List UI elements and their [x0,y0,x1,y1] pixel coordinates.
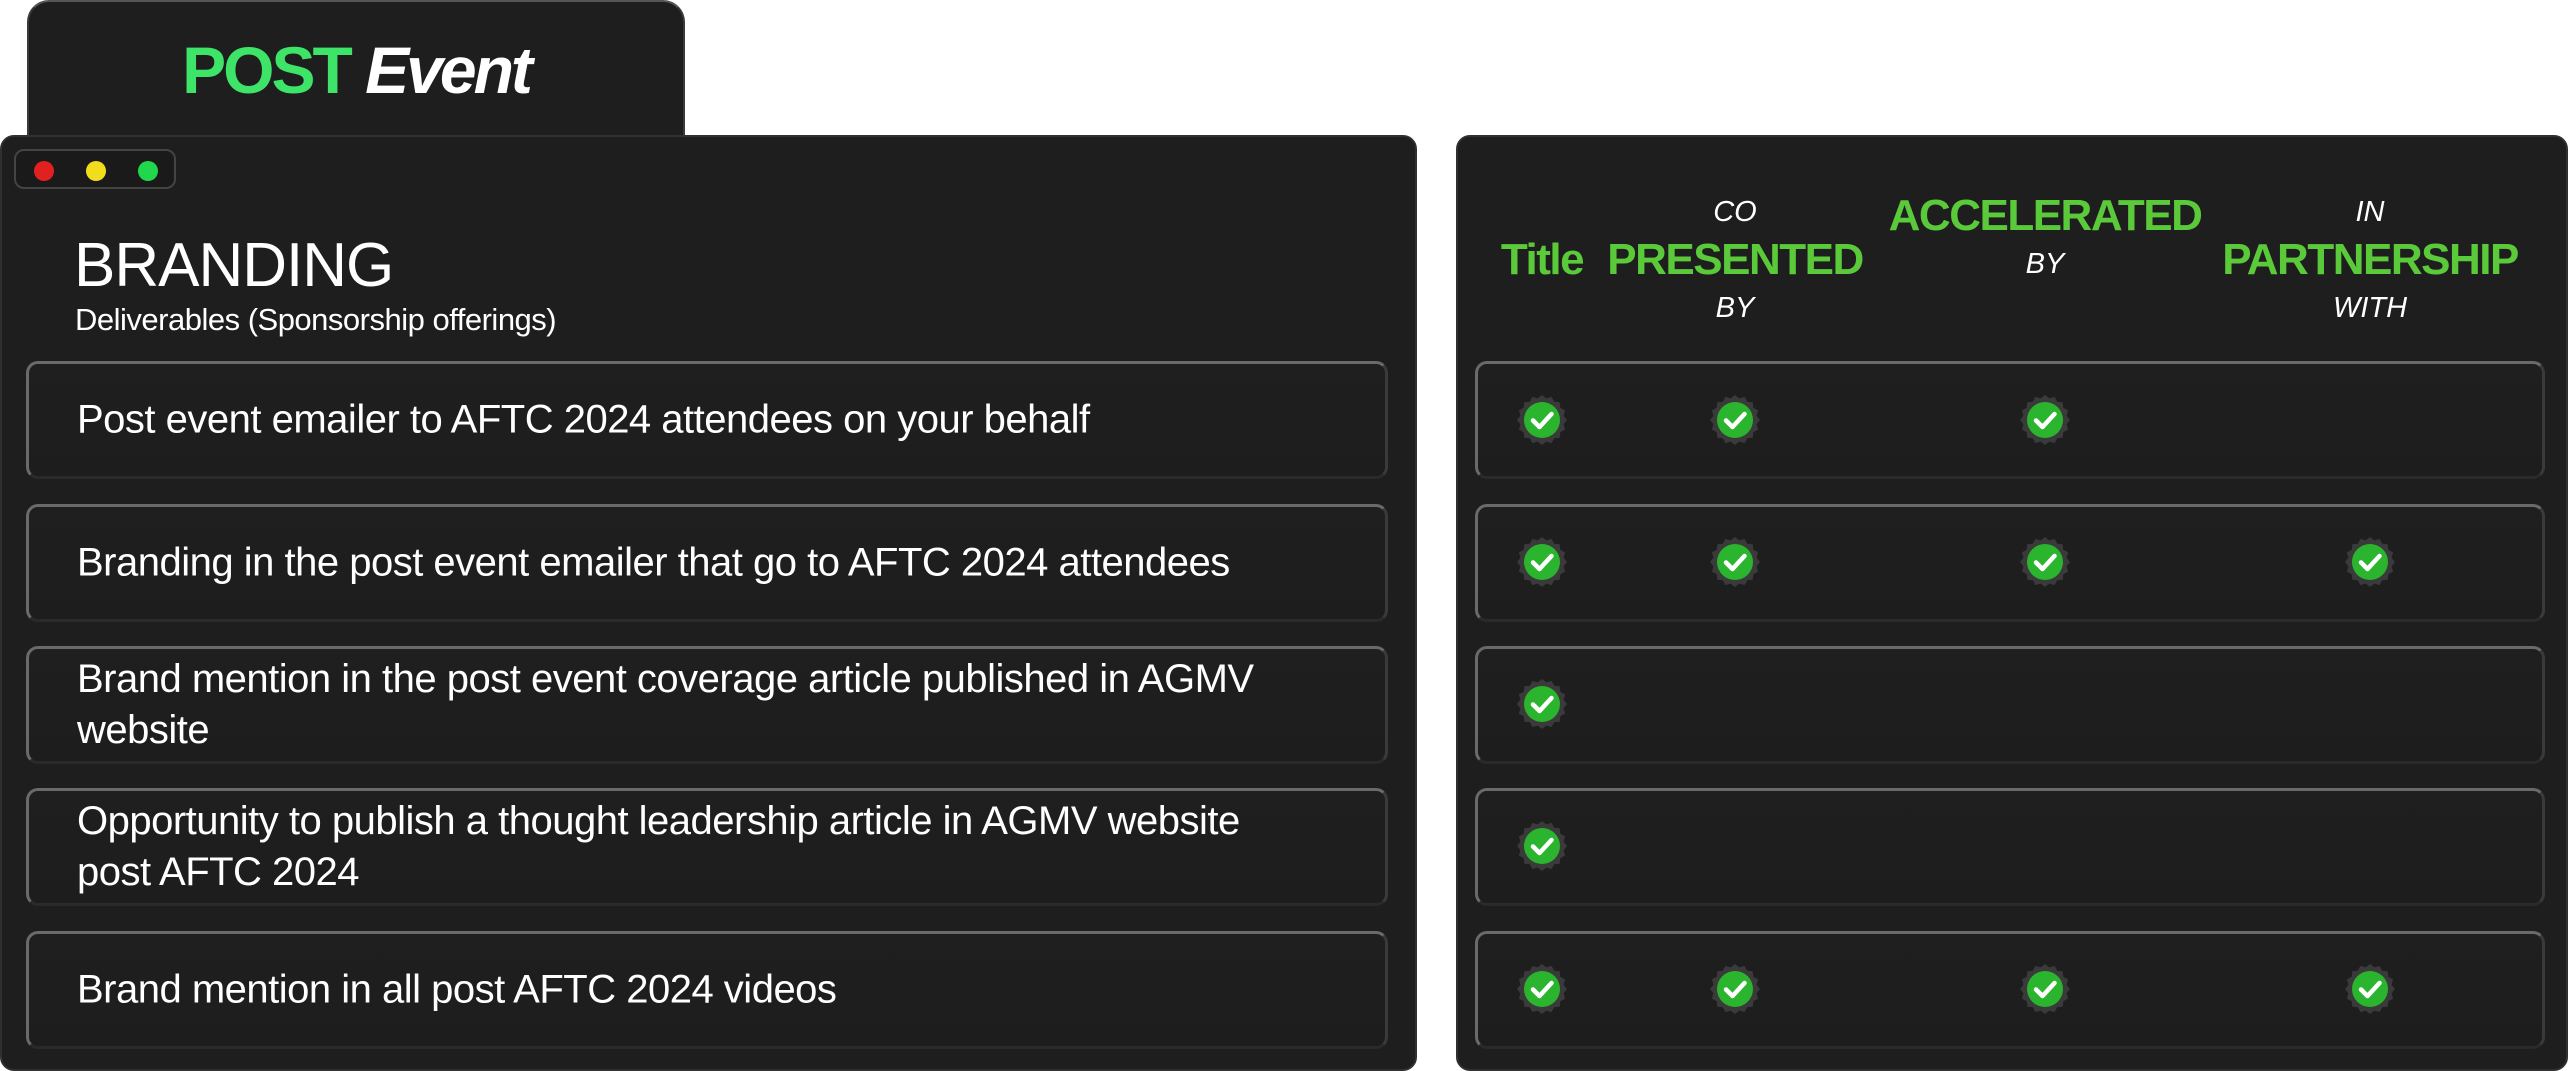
check-badge-icon [2343,962,2397,1016]
check-badge-icon [1708,962,1762,1016]
column-header-accelerated: ACCELERATED BY [1888,190,2203,286]
column-header-partnership: IN PARTNERSHIP WITH [2222,190,2519,330]
tier-row [1475,646,2545,764]
minimize-dot-icon[interactable] [86,161,106,181]
tier-row [1475,361,2545,479]
column-header-top: CO [1713,196,1757,228]
column-header-title: Title [1500,190,1585,286]
check-badge-icon [2018,393,2072,447]
check-badge-icon [1515,535,1569,589]
section-title: BRANDING [74,231,394,300]
check-badge-icon [2018,962,2072,1016]
deliverable-row: Branding in the post event emailer that … [26,504,1388,622]
title-word-event: Event [365,33,533,107]
page-title: POST Event [29,32,683,108]
column-header-main: PARTNERSHIP [2222,235,2519,284]
close-dot-icon[interactable] [34,161,54,181]
deliverable-text: Brand mention in all post AFTC 2024 vide… [77,967,837,1012]
column-header-main: PRESENTED [1607,235,1864,284]
check-badge-icon [2343,535,2397,589]
check-badge-icon [2018,535,2072,589]
column-header-main: Title [1500,235,1585,284]
deliverable-text: Post event emailer to AFTC 2024 attendee… [77,397,1090,442]
deliverable-row: Post event emailer to AFTC 2024 attendee… [26,361,1388,479]
column-header-bottom: BY [1715,292,1755,324]
check-badge-icon [1708,535,1762,589]
column-header-top: IN [2355,196,2385,228]
column-header-main: ACCELERATED [1888,191,2203,240]
deliverable-row: Brand mention in all post AFTC 2024 vide… [26,931,1388,1049]
deliverable-row: Opportunity to publish a thought leaders… [26,788,1388,906]
check-badge-icon [1515,962,1569,1016]
deliverable-text: Opportunity to publish a thought leaders… [77,799,1240,894]
column-header-bottom: BY [2025,248,2065,280]
column-header-co-presented: CO PRESENTED BY [1607,190,1864,330]
tier-row [1475,788,2545,906]
deliverable-text: Branding in the post event emailer that … [77,540,1230,585]
check-badge-icon [1515,819,1569,873]
check-badge-icon [1515,393,1569,447]
deliverable-row: Brand mention in the post event coverage… [26,646,1388,764]
column-header-bottom: WITH [2332,292,2408,324]
check-badge-icon [1708,393,1762,447]
header-tab: POST Event [27,0,685,150]
section-subtitle: Deliverables (Sponsorship offerings) [75,302,557,337]
maximize-dot-icon[interactable] [138,161,158,181]
deliverable-text: Brand mention in the post event coverage… [77,657,1254,752]
window-controls [14,149,176,189]
title-word-post: POST [182,33,353,107]
check-badge-icon [1515,677,1569,731]
